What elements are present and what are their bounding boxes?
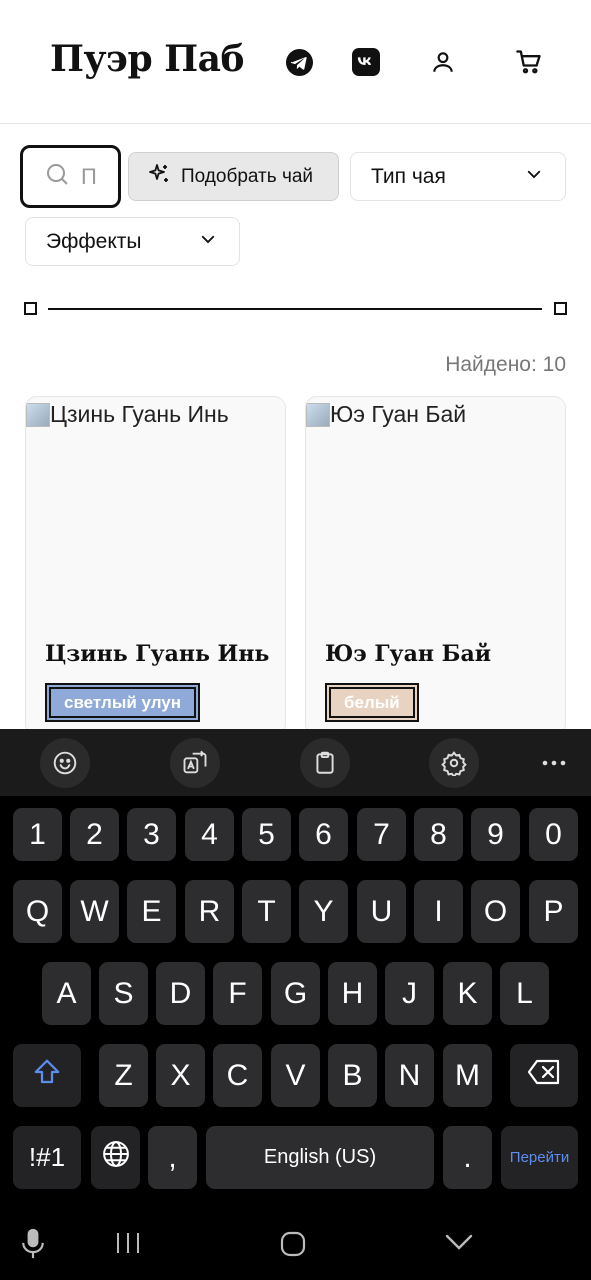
pick-tea-button[interactable]: Подобрать чай [128,152,339,201]
key-6[interactable]: 6 [299,808,348,861]
effects-select[interactable]: Эффекты [25,217,240,266]
key-m[interactable]: M [443,1044,492,1107]
key-v[interactable]: V [271,1044,320,1107]
pick-tea-label: Подобрать чай [181,165,314,187]
keyboard-toolbar [0,729,591,796]
system-navbar [0,1207,591,1280]
key-8[interactable]: 8 [414,808,463,861]
key-q[interactable]: Q [13,880,62,943]
back-chevron-icon[interactable] [444,1232,474,1252]
key-t[interactable]: T [242,880,291,943]
on-screen-keyboard: 1 2 3 4 5 6 7 8 9 0 Q W E R T Y U I O P … [0,729,591,1280]
translate-icon[interactable] [170,738,220,788]
period-key[interactable]: . [443,1126,492,1189]
search-field[interactable] [20,145,121,208]
search-icon [45,162,69,191]
site-header: Пуэр Паб [0,0,591,124]
emoji-icon[interactable] [40,738,90,788]
shift-key[interactable] [13,1044,81,1107]
key-w[interactable]: W [70,880,119,943]
product-image-alt: Юэ Гуан Бай [330,401,467,427]
key-x[interactable]: X [156,1044,205,1107]
price-range-track[interactable] [48,308,542,310]
user-icon[interactable] [425,44,461,80]
vk-icon[interactable] [348,44,384,80]
space-key[interactable]: English (US) [206,1126,434,1189]
key-e[interactable]: E [127,880,176,943]
telegram-icon[interactable] [281,44,317,80]
key-j[interactable]: J [385,962,434,1025]
settings-icon[interactable] [429,738,479,788]
key-i[interactable]: I [414,880,463,943]
range-handle-min[interactable] [24,302,37,315]
more-icon[interactable] [529,738,579,788]
chevron-down-icon [199,230,217,254]
go-key[interactable]: Перейти [501,1126,578,1189]
key-f[interactable]: F [213,962,262,1025]
key-p[interactable]: P [529,880,578,943]
product-name[interactable]: Цзинь Гуань Инь [45,641,269,667]
broken-image-icon [306,402,330,427]
key-o[interactable]: O [471,880,520,943]
key-n[interactable]: N [385,1044,434,1107]
tea-type-select[interactable]: Тип чая [350,152,566,201]
product-card[interactable]: Цзинь Гуань Инь Цзинь Гуань Инь светлый … [25,396,286,736]
language-key[interactable] [91,1126,140,1189]
recent-apps-icon[interactable] [115,1231,141,1255]
cart-icon[interactable] [511,44,547,80]
product-image[interactable]: Юэ Гуан Бай [306,401,466,428]
shift-arrow-icon [32,1057,62,1095]
key-7[interactable]: 7 [357,808,406,861]
key-1[interactable]: 1 [13,808,62,861]
product-image-alt: Цзинь Гуань Инь [50,401,229,427]
backspace-key[interactable] [510,1044,578,1107]
key-9[interactable]: 9 [471,808,520,861]
site-logo[interactable]: Пуэр Паб [50,38,245,80]
range-handle-max[interactable] [554,302,567,315]
chevron-down-icon [525,165,543,189]
key-3[interactable]: 3 [127,808,176,861]
key-d[interactable]: D [156,962,205,1025]
key-5[interactable]: 5 [242,808,291,861]
key-r[interactable]: R [185,880,234,943]
product-image[interactable]: Цзинь Гуань Инь [26,401,229,428]
key-g[interactable]: G [271,962,320,1025]
effects-label: Эффекты [46,229,142,253]
backspace-icon [527,1059,561,1093]
key-z[interactable]: Z [99,1044,148,1107]
tea-type-label: Тип чая [371,164,446,188]
key-b[interactable]: B [328,1044,377,1107]
key-u[interactable]: U [357,880,406,943]
results-count: Найдено: 10 [445,353,566,376]
symbols-key[interactable]: !#1 [13,1126,81,1189]
key-2[interactable]: 2 [70,808,119,861]
comma-key[interactable]: , [148,1126,197,1189]
key-s[interactable]: S [99,962,148,1025]
sparkles-icon [147,162,171,192]
key-y[interactable]: Y [299,880,348,943]
key-k[interactable]: K [443,962,492,1025]
product-card[interactable]: Юэ Гуан Бай Юэ Гуан Бай белый [305,396,566,736]
broken-image-icon [26,402,50,427]
key-4[interactable]: 4 [185,808,234,861]
key-0[interactable]: 0 [529,808,578,861]
key-a[interactable]: A [42,962,91,1025]
clipboard-icon[interactable] [300,738,350,788]
search-input[interactable] [81,163,111,190]
product-tag: светлый улун [45,683,201,722]
product-tag: белый [325,683,419,722]
home-icon[interactable] [279,1230,307,1258]
key-l[interactable]: L [500,962,549,1025]
globe-icon [101,1139,131,1177]
key-c[interactable]: C [213,1044,262,1107]
microphone-icon[interactable] [20,1227,46,1261]
key-h[interactable]: H [328,962,377,1025]
product-name[interactable]: Юэ Гуан Бай [325,641,491,667]
